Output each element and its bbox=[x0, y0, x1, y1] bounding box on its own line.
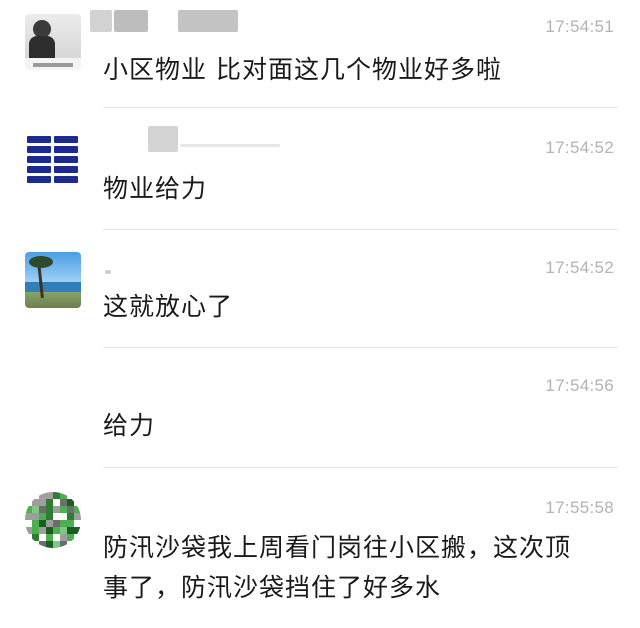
mosaic-pixel bbox=[53, 513, 60, 520]
mosaic-pixel bbox=[46, 541, 53, 548]
mosaic-pixel bbox=[74, 506, 81, 513]
mosaic-pixel bbox=[60, 506, 67, 513]
mosaic-pixel bbox=[53, 527, 60, 534]
beach-palm-avatar[interactable] bbox=[25, 252, 81, 308]
mosaic-pixel bbox=[39, 520, 46, 527]
mosaic-pixel bbox=[46, 506, 53, 513]
chat-message-list: 17:54:51 小区物业 比对面这几个物业好多啦 17:54:52 物业给力 bbox=[0, 0, 640, 628]
mosaic-pixel bbox=[53, 506, 60, 513]
mosaic-pixel bbox=[74, 520, 81, 527]
mosaic-pixel bbox=[74, 527, 81, 534]
message-time: 17:54:56 bbox=[545, 376, 614, 395]
mosaic-pixel bbox=[60, 534, 67, 541]
sender-name-redacted[interactable] bbox=[90, 8, 240, 34]
mosaic-pixel bbox=[53, 541, 60, 548]
message-time: 17:54:52 bbox=[545, 138, 614, 157]
text-grid-avatar[interactable] bbox=[25, 134, 81, 190]
mosaic-pixel bbox=[67, 506, 74, 513]
mosaic-pixel bbox=[67, 520, 74, 527]
mosaic-pixel bbox=[53, 534, 60, 541]
sender-name-redacted[interactable] bbox=[90, 124, 290, 152]
mosaic-pixel bbox=[32, 527, 39, 534]
message-text: 小区物业 比对面这几个物业好多啦 bbox=[103, 50, 623, 90]
message-line: 物业给力 bbox=[103, 174, 208, 203]
mosaic-pixel bbox=[67, 527, 74, 534]
chat-message[interactable]: 17:54:52 这就放心了 bbox=[0, 230, 640, 348]
mosaic-pixel bbox=[60, 499, 67, 506]
message-time: 17:54:52 bbox=[545, 258, 614, 277]
mosaic-pixel bbox=[32, 513, 39, 520]
mosaic-pixel bbox=[39, 513, 46, 520]
mosaic-pixel bbox=[39, 499, 46, 506]
chat-message[interactable]: 17:54:51 小区物业 比对面这几个物业好多啦 bbox=[0, 0, 640, 108]
mosaic-pixel bbox=[25, 506, 32, 513]
mosaic-pixel bbox=[46, 534, 53, 541]
mosaic-pixel bbox=[60, 541, 67, 548]
mosaic-pixel bbox=[39, 492, 46, 499]
mosaic-pixel bbox=[67, 534, 74, 541]
mosaic-pixel bbox=[25, 527, 32, 534]
portrait-photo-avatar[interactable] bbox=[25, 14, 81, 70]
message-line: 给力 bbox=[103, 411, 156, 440]
mosaic-pixel bbox=[32, 506, 39, 513]
mosaic-pixel bbox=[46, 499, 53, 506]
message-time: 17:55:58 bbox=[545, 498, 614, 517]
message-text: 给力 bbox=[103, 406, 623, 446]
mosaic-pixel bbox=[67, 513, 74, 520]
message-time: 17:54:51 bbox=[545, 17, 614, 36]
mosaic-pixel bbox=[39, 534, 46, 541]
mosaic-qr-avatar[interactable] bbox=[25, 492, 81, 548]
mosaic-pixel bbox=[67, 499, 74, 506]
mosaic-pixel bbox=[39, 506, 46, 513]
mosaic-pixel bbox=[53, 520, 60, 527]
message-line: 防汛沙袋我上周看门岗往小区搬，这次顶 bbox=[103, 533, 572, 562]
mosaic-pixel bbox=[39, 527, 46, 534]
mosaic-pixel bbox=[60, 520, 67, 527]
chat-message[interactable]: 17:54:56 给力 bbox=[0, 348, 640, 468]
message-line: 事了，防汛沙袋挡住了好多水 bbox=[103, 573, 442, 602]
mosaic-pixel bbox=[74, 513, 81, 520]
mosaic-pixel bbox=[53, 499, 60, 506]
message-line: 这就放心了 bbox=[103, 292, 234, 321]
message-text: 防汛沙袋我上周看门岗往小区搬，这次顶 事了，防汛沙袋挡住了好多水 bbox=[103, 528, 623, 608]
chat-message[interactable]: 17:54:52 物业给力 bbox=[0, 108, 640, 230]
mosaic-pixel bbox=[53, 492, 60, 499]
mosaic-pixel bbox=[46, 527, 53, 534]
mosaic-pixel bbox=[39, 541, 46, 548]
mosaic-pixel bbox=[25, 520, 32, 527]
sender-name-redacted[interactable] bbox=[90, 262, 130, 288]
message-line: 小区物业 比对面这几个物业好多啦 bbox=[103, 55, 502, 84]
mosaic-pixel bbox=[46, 492, 53, 499]
mosaic-pixel bbox=[60, 492, 67, 499]
mosaic-pixel bbox=[25, 513, 32, 520]
message-text: 这就放心了 bbox=[103, 287, 623, 327]
mosaic-pixel bbox=[32, 499, 39, 506]
mosaic-pixel bbox=[46, 520, 53, 527]
mosaic-pixel bbox=[32, 520, 39, 527]
mosaic-pixel bbox=[32, 534, 39, 541]
mosaic-pixel bbox=[46, 513, 53, 520]
mosaic-pixel bbox=[60, 513, 67, 520]
mosaic-pixel bbox=[60, 527, 67, 534]
message-text: 物业给力 bbox=[103, 169, 623, 209]
chat-message[interactable]: 17:55:58 防汛沙袋我上周看门岗往小区搬，这次顶 事了，防汛沙袋挡住了好多… bbox=[0, 468, 640, 628]
